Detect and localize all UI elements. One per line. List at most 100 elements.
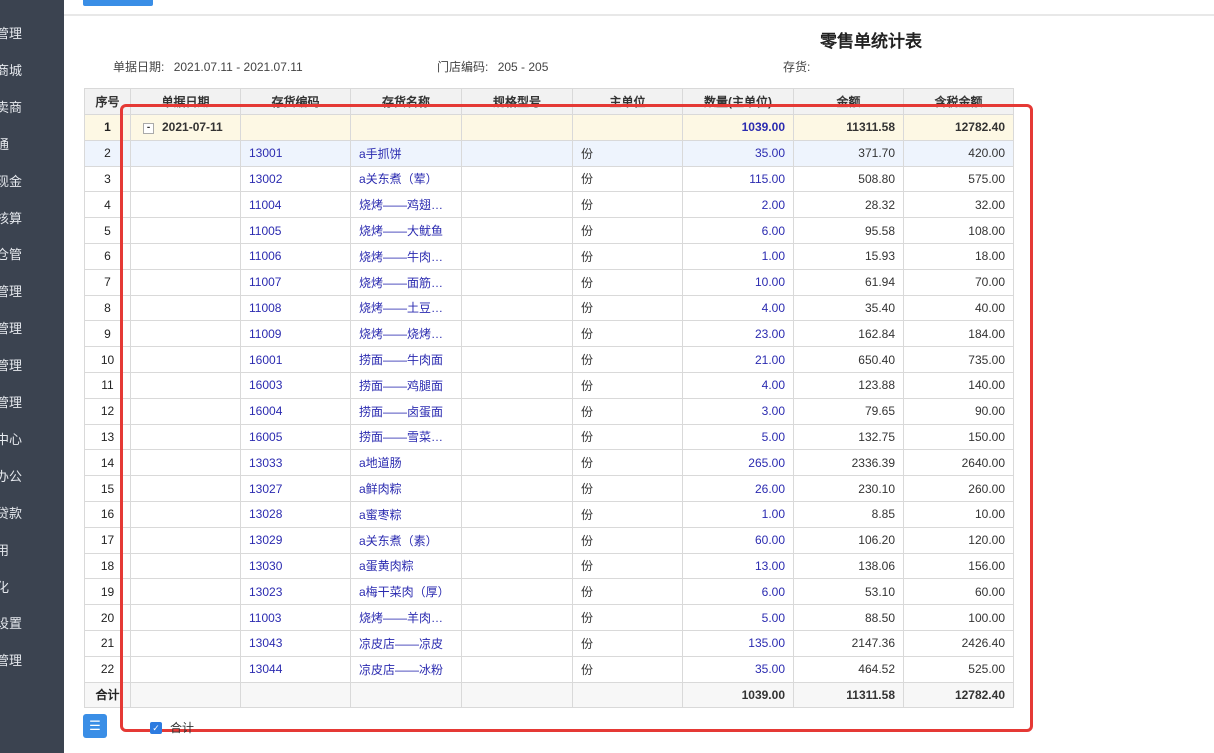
list-menu-button[interactable]: ☰ xyxy=(83,714,107,738)
column-header[interactable]: 存货名称 xyxy=(350,88,462,115)
item-name[interactable]: 烧烤——大鱿鱼 xyxy=(350,217,462,244)
table-row[interactable]: 19 13023 a梅干菜肉（厚） 份 6.00 53.10 60.00 xyxy=(84,578,1014,606)
column-header[interactable]: 规格型号 xyxy=(461,88,573,115)
sidebar-item[interactable]: 仓管 xyxy=(0,244,60,264)
sidebar-item[interactable]: 管理 xyxy=(0,392,60,412)
item-code[interactable]: 11003 xyxy=(240,604,351,631)
sidebar-item[interactable]: 管理 xyxy=(0,281,60,301)
sidebar-item[interactable]: 核算 xyxy=(0,208,60,228)
sidebar-item[interactable]: 贷款 xyxy=(0,503,60,523)
row-seq: 22 xyxy=(84,655,131,683)
sidebar-item[interactable]: 现金 xyxy=(0,171,60,191)
sidebar-item[interactable]: 管理 xyxy=(0,23,60,43)
item-code[interactable]: 11006 xyxy=(240,242,351,270)
table-row[interactable]: 22 13044 凉皮店——冰粉 份 35.00 464.52 525.00 xyxy=(84,655,1014,683)
item-name[interactable]: a手抓饼 xyxy=(350,139,462,167)
sidebar-item[interactable]: 中心 xyxy=(0,429,60,449)
table-row[interactable]: 20 11003 烧烤——羊肉… 份 5.00 88.50 100.00 xyxy=(84,604,1014,631)
item-name[interactable]: a关东煮（素） xyxy=(350,526,462,554)
item-name[interactable]: 烧烤——牛肉… xyxy=(350,242,462,270)
table-row[interactable]: 11 16003 捞面——鸡腿面 份 4.00 123.88 140.00 xyxy=(84,371,1014,399)
row-seq: 14 xyxy=(84,449,131,477)
item-code[interactable]: 11004 xyxy=(240,191,351,219)
item-code[interactable]: 16004 xyxy=(240,397,351,425)
top-action-button[interactable] xyxy=(83,0,153,6)
sidebar-item[interactable]: 用 xyxy=(0,540,60,560)
item-name[interactable]: a蜜枣粽 xyxy=(350,500,462,528)
item-code[interactable]: 13044 xyxy=(240,655,351,683)
item-code[interactable]: 11007 xyxy=(240,268,351,296)
column-header[interactable]: 主单位 xyxy=(572,88,683,115)
sidebar-item[interactable]: 管理 xyxy=(0,650,60,670)
item-code[interactable]: 13028 xyxy=(240,500,351,528)
item-code[interactable]: 13027 xyxy=(240,475,351,502)
item-name[interactable]: 捞面——牛肉面 xyxy=(350,346,462,373)
column-header[interactable]: 单据日期 xyxy=(130,88,241,115)
table-row[interactable]: 14 13033 a地道肠 份 265.00 2336.39 2640.00 xyxy=(84,449,1014,477)
item-code[interactable]: 16001 xyxy=(240,346,351,373)
item-code[interactable]: 13043 xyxy=(240,629,351,657)
item-name[interactable]: 凉皮店——凉皮 xyxy=(350,629,462,657)
column-header[interactable]: 数量(主单位) xyxy=(682,88,794,115)
item-name[interactable]: 烧烤——土豆… xyxy=(350,294,462,322)
qty-cell: 10.00 xyxy=(682,268,794,296)
item-code[interactable]: 13029 xyxy=(240,526,351,554)
group-row[interactable]: 1-2021-07-11 1039.00 11311.58 12782.40 xyxy=(84,114,1014,141)
sidebar-item[interactable]: 管理 xyxy=(0,355,60,375)
column-header[interactable]: 存货编码 xyxy=(240,88,351,115)
table-row[interactable]: 17 13029 a关东煮（素） 份 60.00 106.20 120.00 xyxy=(84,526,1014,554)
sidebar-item[interactable]: 办公 xyxy=(0,466,60,486)
table-row[interactable]: 4 11004 烧烤——鸡翅… 份 2.00 28.32 32.00 xyxy=(84,191,1014,219)
table-row[interactable]: 15 13027 a鲜肉粽 份 26.00 230.10 260.00 xyxy=(84,475,1014,502)
sidebar-item[interactable]: 卖商 xyxy=(0,97,60,117)
column-header[interactable]: 金额 xyxy=(793,88,904,115)
table-row[interactable]: 18 13030 a蛋黄肉粽 份 13.00 138.06 156.00 xyxy=(84,552,1014,580)
sidebar-item[interactable]: 管理 xyxy=(0,318,60,338)
item-code[interactable]: 11008 xyxy=(240,294,351,322)
item-code[interactable]: 13033 xyxy=(240,449,351,477)
item-code[interactable]: 13023 xyxy=(240,578,351,606)
item-name[interactable]: a梅干菜肉（厚） xyxy=(350,578,462,606)
table-row[interactable]: 3 13002 a关东煮（荤） 份 115.00 508.80 575.00 xyxy=(84,165,1014,193)
item-name[interactable]: 凉皮店——冰粉 xyxy=(350,655,462,683)
item-code[interactable]: 11009 xyxy=(240,320,351,348)
sidebar-item[interactable]: 化 xyxy=(0,577,60,597)
table-row[interactable]: 5 11005 烧烤——大鱿鱼 份 6.00 95.58 108.00 xyxy=(84,217,1014,244)
item-code[interactable]: 13002 xyxy=(240,165,351,193)
table-row[interactable]: 8 11008 烧烤——土豆… 份 4.00 35.40 40.00 xyxy=(84,294,1014,322)
item-code[interactable]: 13030 xyxy=(240,552,351,580)
item-name[interactable]: 捞面——雪菜… xyxy=(350,423,462,451)
column-header[interactable]: 序号 xyxy=(84,88,131,115)
empty-cell xyxy=(130,294,241,322)
item-name[interactable]: 捞面——鸡腿面 xyxy=(350,371,462,399)
table-row[interactable]: 16 13028 a蜜枣粽 份 1.00 8.85 10.00 xyxy=(84,500,1014,528)
total-checkbox[interactable]: ✓ xyxy=(150,722,162,734)
table-row[interactable]: 13 16005 捞面——雪菜… 份 5.00 132.75 150.00 xyxy=(84,423,1014,451)
item-code[interactable]: 11005 xyxy=(240,217,351,244)
sidebar-item[interactable]: 商城 xyxy=(0,60,60,80)
table-row[interactable]: 12 16004 捞面——卤蛋面 份 3.00 79.65 90.00 xyxy=(84,397,1014,425)
sidebar-item[interactable]: 设置 xyxy=(0,613,60,633)
table-row[interactable]: 6 11006 烧烤——牛肉… 份 1.00 15.93 18.00 xyxy=(84,242,1014,270)
item-code[interactable]: 16003 xyxy=(240,371,351,399)
item-name[interactable]: 捞面——卤蛋面 xyxy=(350,397,462,425)
item-name[interactable]: 烧烤——羊肉… xyxy=(350,604,462,631)
item-name[interactable]: 烧烤——鸡翅… xyxy=(350,191,462,219)
item-code[interactable]: 16005 xyxy=(240,423,351,451)
item-code[interactable]: 13001 xyxy=(240,139,351,167)
table-row[interactable]: 9 11009 烧烤——烧烤… 份 23.00 162.84 184.00 xyxy=(84,320,1014,348)
sidebar-item[interactable]: 通 xyxy=(0,134,60,154)
item-name[interactable]: a地道肠 xyxy=(350,449,462,477)
collapse-toggle[interactable]: - xyxy=(143,122,154,134)
item-name[interactable]: a蛋黄肉粽 xyxy=(350,552,462,580)
item-name[interactable]: a鲜肉粽 xyxy=(350,475,462,502)
table-row[interactable]: 21 13043 凉皮店——凉皮 份 135.00 2147.36 2426.40 xyxy=(84,629,1014,657)
table-row[interactable]: 2 13001 a手抓饼 份 35.00 371.70 420.00 xyxy=(84,139,1014,167)
column-header[interactable]: 含税金额 xyxy=(903,88,1014,115)
table-row[interactable]: 7 11007 烧烤——面筋… 份 10.00 61.94 70.00 xyxy=(84,268,1014,296)
empty-cell xyxy=(240,681,351,709)
item-name[interactable]: 烧烤——烧烤… xyxy=(350,320,462,348)
item-name[interactable]: a关东煮（荤） xyxy=(350,165,462,193)
table-row[interactable]: 10 16001 捞面——牛肉面 份 21.00 650.40 735.00 xyxy=(84,346,1014,373)
item-name[interactable]: 烧烤——面筋… xyxy=(350,268,462,296)
